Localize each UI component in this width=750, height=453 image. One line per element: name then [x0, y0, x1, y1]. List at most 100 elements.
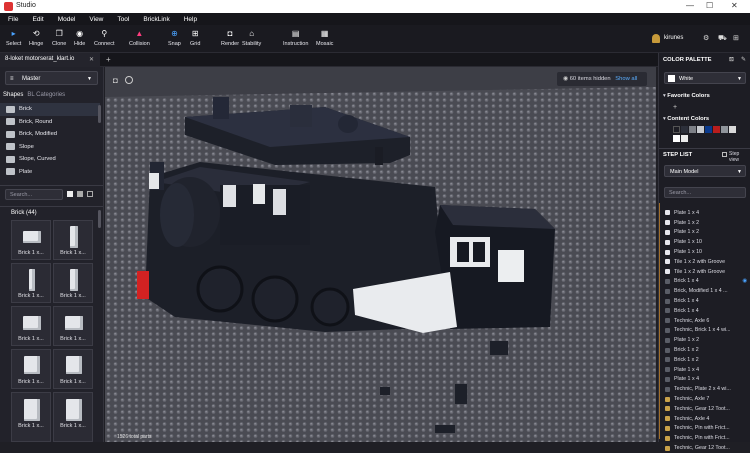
- step-item[interactable]: Brick 1 x 4: [661, 306, 749, 316]
- step-item[interactable]: Plate 1 x 4: [661, 365, 749, 375]
- step-item[interactable]: Plate 1 x 4: [661, 208, 749, 218]
- close-icon[interactable]: ✕: [731, 1, 738, 10]
- brick-tile[interactable]: Brick 1 x...: [53, 220, 93, 260]
- step-item[interactable]: Technic, Pin with Frict...: [661, 424, 749, 434]
- new-tab-icon[interactable]: +: [106, 55, 111, 64]
- brick-tile[interactable]: Brick 1 x...: [53, 306, 93, 346]
- step-search-input[interactable]: Search...: [664, 187, 746, 198]
- instruction-button[interactable]: ▤ Instruction: [283, 30, 308, 48]
- menu-view[interactable]: View: [89, 16, 103, 23]
- visibility-eye-icon[interactable]: ◉: [742, 278, 747, 284]
- clone-tool[interactable]: ❐ Clone: [52, 30, 66, 48]
- menu-file[interactable]: File: [8, 16, 18, 23]
- brick-tile[interactable]: Brick 1 x...: [53, 392, 93, 442]
- stability-button[interactable]: ⌂ Stability: [242, 30, 261, 48]
- menu-model[interactable]: Model: [58, 16, 76, 23]
- step-item[interactable]: Technic, Axle 4: [661, 414, 749, 424]
- brick-tile[interactable]: Brick 1 x...: [11, 263, 51, 303]
- brick-scrollbar[interactable]: [98, 210, 101, 228]
- hinge-tool[interactable]: ⟲ Hinge: [29, 30, 43, 48]
- tab-shapes[interactable]: Shapes: [3, 92, 23, 98]
- category-item[interactable]: Slope, Curved: [0, 153, 100, 166]
- cart-icon[interactable]: ⛟: [718, 34, 727, 43]
- view-small-icon[interactable]: [77, 191, 83, 197]
- menu-bricklink[interactable]: BrickLink: [143, 16, 169, 23]
- add-favorite-icon[interactable]: +: [673, 104, 677, 111]
- brick-tile[interactable]: Brick 1 x...: [53, 349, 93, 389]
- step-item[interactable]: Brick 1 x 2: [661, 345, 749, 355]
- color-swatch[interactable]: [673, 135, 680, 142]
- view-list-icon[interactable]: [87, 191, 93, 197]
- favorite-colors-header[interactable]: ▾ Favorite Colors: [663, 93, 710, 99]
- color-swatch[interactable]: [673, 126, 680, 133]
- color-swatch[interactable]: [713, 126, 720, 133]
- tab-model-file[interactable]: 8-loket motorserat_klart.io ✕: [0, 53, 100, 67]
- step-item[interactable]: Tile 1 x 2 with Groove: [661, 257, 749, 267]
- eyedropper-icon[interactable]: ✎: [741, 56, 746, 63]
- grid-toggle[interactable]: ⊞ Grid: [190, 30, 200, 48]
- content-colors-header[interactable]: ▾ Content Colors: [663, 116, 709, 122]
- category-item[interactable]: Plate: [0, 166, 100, 179]
- step-item[interactable]: Plate 1 x 2: [661, 228, 749, 238]
- category-item[interactable]: Brick: [0, 103, 100, 116]
- view-large-icon[interactable]: [67, 191, 73, 197]
- brick-tile[interactable]: Brick 1 x...: [11, 220, 51, 260]
- category-item[interactable]: Slope: [0, 141, 100, 154]
- step-item[interactable]: Brick 1 x 4 ◉: [661, 277, 749, 287]
- color-swatch[interactable]: [729, 126, 736, 133]
- brick-tile[interactable]: Brick 1 x...: [11, 349, 51, 389]
- select-tool[interactable]: ▸ Select: [6, 30, 21, 48]
- step-item[interactable]: Tile 1 x 2 with Groove: [661, 267, 749, 277]
- marketplace-icon[interactable]: ⊞: [733, 34, 739, 42]
- snap-toggle[interactable]: ⊕ Snap: [168, 30, 181, 48]
- step-item[interactable]: Plate 1 x 10: [661, 247, 749, 257]
- avatar[interactable]: [652, 34, 660, 43]
- color-swatch[interactable]: [681, 126, 688, 133]
- tab-bl-categories[interactable]: BL Categories: [27, 92, 65, 98]
- step-item[interactable]: Brick 1 x 2: [661, 355, 749, 365]
- step-item[interactable]: Brick, Modified 1 x 4 ...: [661, 286, 749, 296]
- parts-search-input[interactable]: Search...: [5, 189, 63, 200]
- view-orientation-icon[interactable]: [125, 76, 133, 84]
- color-swatch[interactable]: [721, 126, 728, 133]
- step-item[interactable]: Plate 1 x 2: [661, 335, 749, 345]
- brick-tile[interactable]: Brick 1 x...: [53, 263, 93, 303]
- step-item[interactable]: Brick 1 x 4: [661, 296, 749, 306]
- mosaic-button[interactable]: ▦ Mosaic: [316, 30, 333, 48]
- render-button[interactable]: ◘ Render: [221, 30, 239, 48]
- color-swatch[interactable]: [689, 126, 696, 133]
- camera-icon[interactable]: ◘: [113, 76, 118, 85]
- color-swatch[interactable]: [681, 135, 688, 142]
- step-view-checkbox[interactable]: [722, 152, 727, 157]
- category-item[interactable]: Brick, Modified: [0, 128, 100, 141]
- category-item[interactable]: Brick, Round: [0, 116, 100, 129]
- step-item[interactable]: Technic, Brick 1 x 4 wi...: [661, 326, 749, 336]
- color-swatch[interactable]: [705, 126, 712, 133]
- paint-bucket-icon[interactable]: ⛾: [729, 56, 734, 64]
- step-item[interactable]: Plate 1 x 10: [661, 237, 749, 247]
- viewport-scene[interactable]: [105, 67, 656, 442]
- step-item[interactable]: Technic, Axle 6: [661, 316, 749, 326]
- master-dropdown[interactable]: ≡ Master ▼: [5, 71, 98, 85]
- connect-tool[interactable]: ⚲ Connect: [94, 30, 115, 48]
- 3d-viewport[interactable]: ◘ ◉ 60 items hidden Show all 1526 total …: [105, 67, 656, 442]
- brick-tile[interactable]: Brick 1 x...: [11, 392, 51, 442]
- step-item[interactable]: Plate 1 x 4: [661, 375, 749, 385]
- hide-tool[interactable]: ◉ Hide: [74, 30, 85, 48]
- tab-close-icon[interactable]: ✕: [89, 56, 94, 63]
- loose-part[interactable]: [455, 384, 467, 404]
- step-item[interactable]: Technic, Gear 12 Toot...: [661, 404, 749, 414]
- color-dropdown[interactable]: White ▼: [664, 72, 746, 84]
- category-scrollbar[interactable]: [98, 105, 101, 123]
- step-item[interactable]: Technic, Gear 12 Toot...: [661, 443, 749, 453]
- collision-toggle[interactable]: ▲ Collision: [129, 30, 150, 48]
- maximize-icon[interactable]: ☐: [706, 1, 713, 10]
- show-all-link[interactable]: Show all: [615, 76, 637, 82]
- minimize-icon[interactable]: —: [686, 1, 694, 10]
- loose-part[interactable]: [380, 387, 390, 395]
- menu-edit[interactable]: Edit: [32, 16, 43, 23]
- loose-part[interactable]: [490, 341, 508, 355]
- brick-tile[interactable]: Brick 1 x...: [11, 306, 51, 346]
- menu-tool[interactable]: Tool: [117, 16, 129, 23]
- step-item[interactable]: Technic, Plate 2 x 4 wi...: [661, 384, 749, 394]
